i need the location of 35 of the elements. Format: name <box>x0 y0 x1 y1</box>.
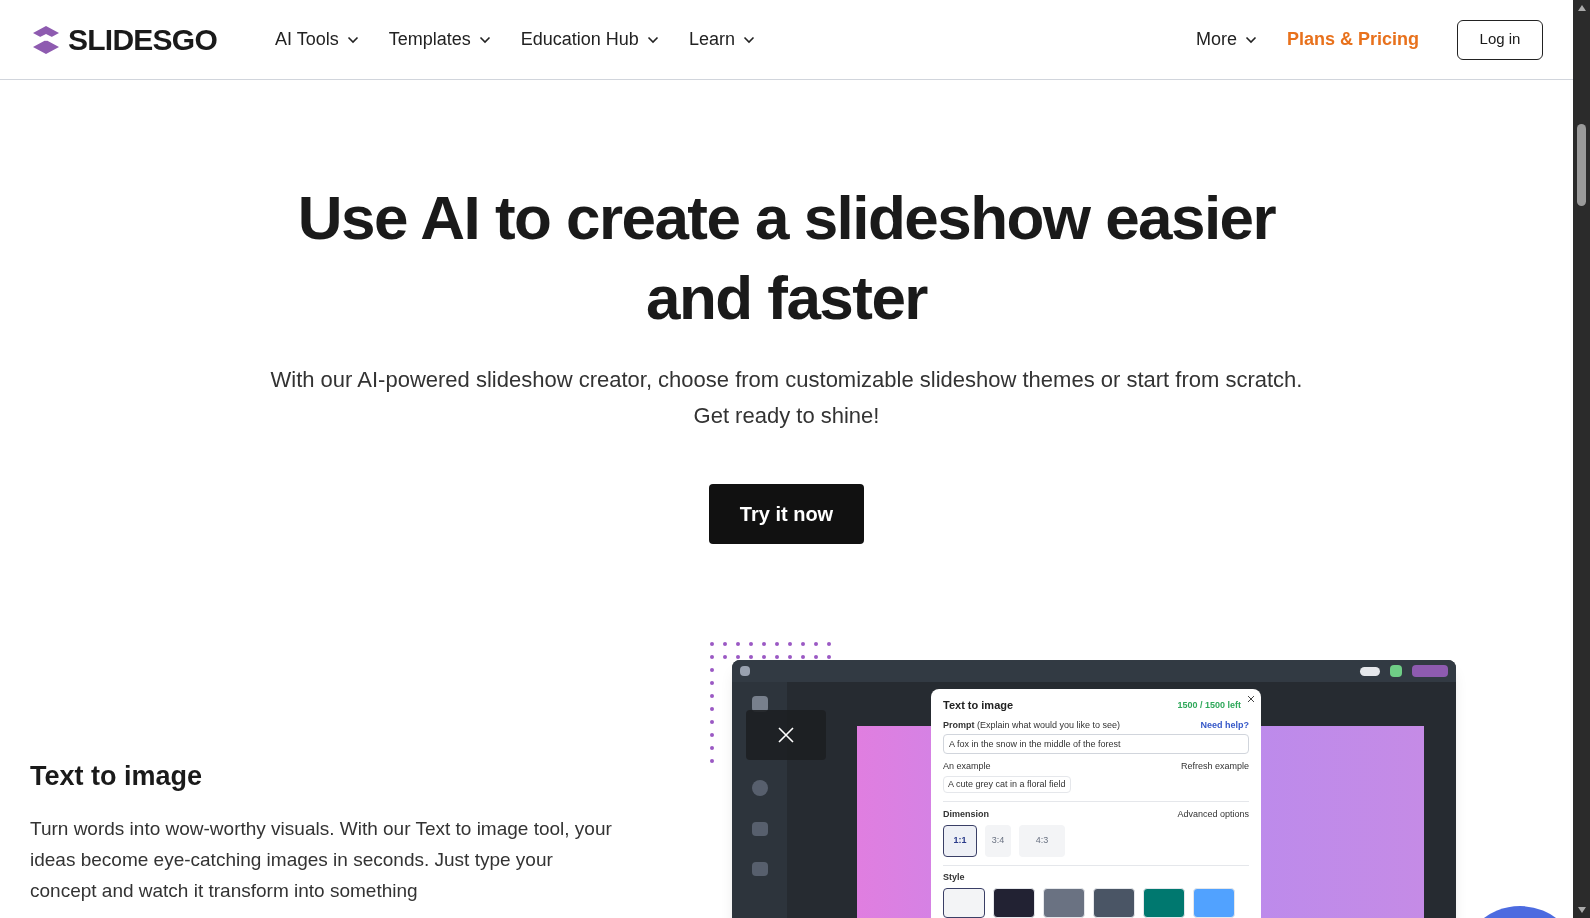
scrollbar[interactable] <box>1573 0 1590 918</box>
style-option[interactable] <box>943 888 985 918</box>
refresh-example-link[interactable]: Refresh example <box>1180 760 1249 774</box>
scroll-down-icon[interactable] <box>1576 906 1587 914</box>
prompt-label: Prompt (Explain what would you like to see) <box>943 718 1121 732</box>
credits-count: 1500 / 1500 left <box>1177 698 1241 712</box>
nav-menu-item[interactable]: Templates <box>388 26 491 53</box>
nav-menu-item[interactable]: More <box>1195 26 1257 53</box>
close-overlay-button[interactable] <box>746 710 826 760</box>
dimension-option[interactable]: 4:3 <box>1019 824 1065 857</box>
example-chip[interactable]: A cute grey cat in a floral field <box>943 775 1071 793</box>
dimension-option[interactable]: 3:4 <box>985 824 1011 857</box>
hero-subtitle: With our AI-powered slideshow creator, choose from customizable slideshow themes or start from scratch. Get ready to shine! <box>269 366 1304 430</box>
login-button[interactable]: Log in <box>1457 19 1543 60</box>
close-icon[interactable] <box>1247 695 1255 703</box>
dimension-label: Dimension <box>943 808 989 821</box>
toggle-icon <box>1360 666 1380 676</box>
scroll-up-icon[interactable] <box>1576 4 1587 12</box>
help-link[interactable]: Need help? <box>1200 718 1249 732</box>
nav-menu-item[interactable]: Education Hub <box>520 26 659 53</box>
logo-text[interactable]: SLIDESGO <box>68 17 218 62</box>
nav-menu-item[interactable]: AI Tools <box>275 26 359 53</box>
dimension-option[interactable]: 1:1 <box>943 824 977 857</box>
prompt-field[interactable]: A fox in the snow in the middle of the forest <box>943 734 1249 754</box>
advanced-options-link[interactable]: Advanced options <box>1177 808 1249 822</box>
hero-title: Use AI to create a slideshow easier and faster <box>296 182 1277 334</box>
feature-title: Text to image <box>30 760 204 793</box>
try-it-now-button[interactable]: Try it now <box>709 484 864 544</box>
dialog-title: Text to image <box>943 698 1014 713</box>
nav-menu-item[interactable]: Learn <box>688 26 755 53</box>
close-icon <box>777 726 795 744</box>
example-label: An example <box>943 760 991 773</box>
feature-description: Turn words into wow-worthy visuals. With our Text to image tool, your ideas become eye-catching images in seconds. Just type your concept and watch it transform into something <box>30 816 613 903</box>
scrollbar-thumb[interactable] <box>1577 124 1586 206</box>
style-label: Style <box>943 870 966 884</box>
